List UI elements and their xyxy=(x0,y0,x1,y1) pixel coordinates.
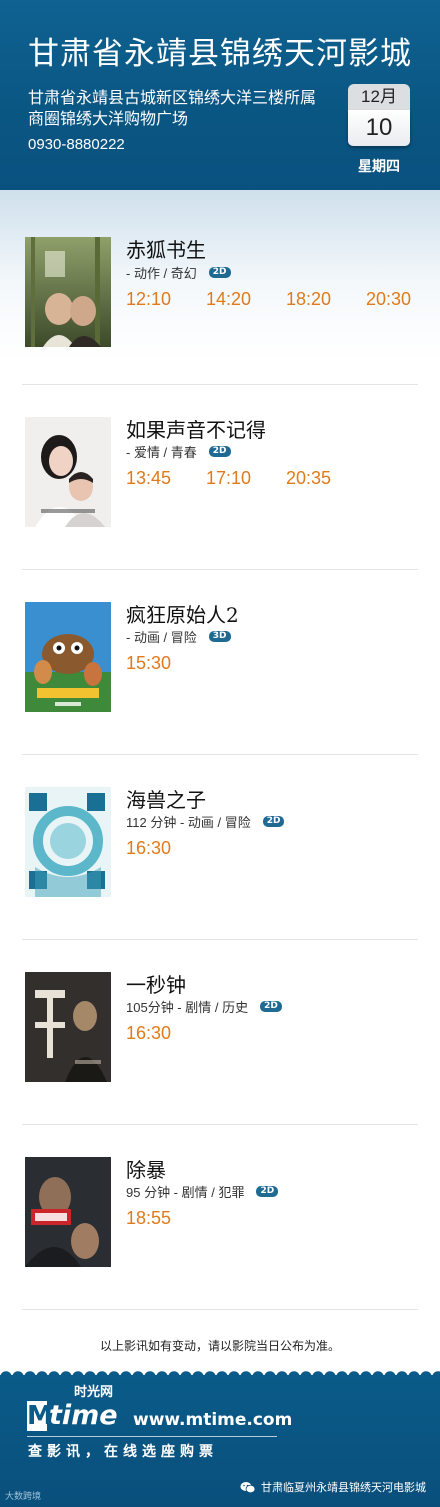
showtime[interactable]: 12:10 xyxy=(126,289,206,310)
showtime[interactable]: 18:20 xyxy=(286,289,366,310)
showtime[interactable]: 20:30 xyxy=(366,289,440,310)
movie-title[interactable]: 一秒钟 xyxy=(126,969,186,998)
address-line-1: 甘肃省永靖县古城新区锦绣大洋三楼所属 xyxy=(28,90,317,107)
cinema-name: 甘肃省永靖县锦绣天河影城 xyxy=(28,36,412,71)
mtime-logo-word: time xyxy=(49,1400,118,1431)
wechat-icon xyxy=(240,1481,256,1493)
movie-meta: - 爱情 / 青春 2D xyxy=(126,442,231,461)
format-badge: 2D xyxy=(208,446,231,457)
showtime[interactable]: 13:45 xyxy=(126,468,206,489)
showtimes: 16:30 xyxy=(126,1023,206,1044)
wechat-account-name: 甘肃临夏州永靖县锦绣天河电影城 xyxy=(261,1482,426,1494)
movie-meta: - 动作 / 奇幻 2D xyxy=(126,263,231,282)
list-end xyxy=(0,1309,440,1310)
movie-item[interactable]: 赤狐书生 - 动作 / 奇幻 2D 12:10 14:20 18:20 20:3… xyxy=(0,190,440,375)
showtimes: 15:30 xyxy=(126,653,206,674)
movie-poster[interactable] xyxy=(25,602,111,712)
movie-title[interactable]: 海兽之子 xyxy=(126,784,206,813)
mtime-logo-m: M xyxy=(27,1401,53,1431)
divider xyxy=(22,754,418,755)
wechat-account[interactable]: 甘肃临夏州永靖县锦绣天河电影城 xyxy=(240,1479,426,1495)
movie-genre: - 爱情 / 青春 xyxy=(126,445,197,460)
format-badge: 2D xyxy=(260,1001,282,1012)
showtime[interactable]: 17:10 xyxy=(206,468,286,489)
format-badge: 3D xyxy=(208,631,231,642)
mtime-logo[interactable]: M time xyxy=(27,1397,118,1431)
poster-image-chubao xyxy=(25,1157,111,1267)
movie-meta: 95 分钟 - 剧情 / 犯罪 2D xyxy=(126,1182,279,1201)
showtime[interactable]: 14:20 xyxy=(206,289,286,310)
poster-image-croods xyxy=(25,602,111,712)
format-badge: 2D xyxy=(262,816,285,827)
showtimes: 18:55 xyxy=(126,1208,206,1229)
movie-genre: - 动画 / 冒险 xyxy=(126,630,197,645)
movie-poster[interactable] xyxy=(25,237,111,347)
address-line-2: 商圈锦绣大洋购物广场 xyxy=(28,111,189,128)
showtime[interactable]: 20:35 xyxy=(286,468,366,489)
movie-title[interactable]: 疯狂原始人2 xyxy=(126,599,239,628)
showtimes: 12:10 14:20 18:20 20:30 xyxy=(126,289,440,310)
movie-item[interactable]: 如果声音不记得 - 爱情 / 青春 2D 13:45 17:10 20:35 xyxy=(0,384,440,569)
poster-image-yimiaozhong xyxy=(25,972,111,1082)
movie-title[interactable]: 赤狐书生 xyxy=(126,234,206,263)
format-badge: 2D xyxy=(256,1186,279,1197)
mtime-logo-cn: 时光网 xyxy=(74,1384,114,1399)
poster-image-chihu xyxy=(25,237,111,347)
movie-genre: - 动作 / 奇幻 xyxy=(126,266,197,281)
format-badge: 2D xyxy=(208,267,231,278)
calendar-day: 10 xyxy=(348,110,410,146)
movie-item[interactable]: 疯狂原始人2 - 动画 / 冒险 3D 15:30 xyxy=(0,569,440,754)
showtime[interactable]: 16:30 xyxy=(126,1023,206,1044)
movie-genre: 105分钟 - 剧情 / 历史 xyxy=(126,1000,249,1015)
schedule-notice: 以上影讯如有变动，请以影院当日公布为准。 xyxy=(99,1339,340,1353)
divider xyxy=(22,569,418,570)
movie-genre: 112 分钟 - 动画 / 冒险 xyxy=(126,815,251,830)
movie-poster[interactable] xyxy=(25,1157,111,1267)
movie-genre: 95 分钟 - 剧情 / 犯罪 xyxy=(126,1185,245,1200)
cinema-phone[interactable]: 0930-8880222 xyxy=(28,136,125,153)
cinema-address: 甘肃省永靖县古城新区锦绣大洋三楼所属 商圈锦绣大洋购物广场 xyxy=(28,88,358,130)
showtimes: 13:45 17:10 20:35 xyxy=(126,468,366,489)
movie-item[interactable]: 除暴 95 分钟 - 剧情 / 犯罪 2D 18:55 xyxy=(0,1124,440,1309)
movie-poster[interactable] xyxy=(25,972,111,1082)
watermark-text: 大数跨境 xyxy=(5,1491,42,1501)
calendar-icon: 12月 10 xyxy=(348,84,410,146)
movie-title[interactable]: 如果声音不记得 xyxy=(126,414,266,443)
movie-meta: 112 分钟 - 动画 / 冒险 2D xyxy=(126,812,285,831)
footer-slogan: 查影讯，在线选座购票 xyxy=(28,1443,218,1459)
weekday-label: 星期四 xyxy=(358,158,400,174)
divider xyxy=(22,384,418,385)
cinema-header: 甘肃省永靖县锦绣天河影城 甘肃省永靖县古城新区锦绣大洋三楼所属 商圈锦绣大洋购物… xyxy=(0,0,440,190)
mtime-url-link[interactable]: www.mtime.com xyxy=(133,1410,292,1430)
showtime[interactable]: 16:30 xyxy=(126,838,206,859)
divider xyxy=(22,1124,418,1125)
movie-title[interactable]: 除暴 xyxy=(126,1154,166,1183)
showtimes: 16:30 xyxy=(126,838,206,859)
movie-poster[interactable] xyxy=(25,417,111,527)
movie-item[interactable]: 一秒钟 105分钟 - 剧情 / 历史 2D 16:30 xyxy=(0,939,440,1124)
movie-meta: 105分钟 - 剧情 / 历史 2D xyxy=(126,997,282,1016)
showtime[interactable]: 18:55 xyxy=(126,1208,206,1229)
divider xyxy=(22,939,418,940)
footer-divider xyxy=(27,1436,277,1437)
poster-image-haishou xyxy=(25,787,111,897)
divider xyxy=(22,1309,418,1310)
poster-image-ruguo xyxy=(25,417,111,527)
footer-banner: M time 时光网 www.mtime.com 查影讯，在线选座购票 甘肃临夏… xyxy=(0,1375,440,1507)
showtime[interactable]: 15:30 xyxy=(126,653,206,674)
movie-item[interactable]: 海兽之子 112 分钟 - 动画 / 冒险 2D 16:30 xyxy=(0,754,440,939)
movie-poster[interactable] xyxy=(25,787,111,897)
movie-meta: - 动画 / 冒险 3D xyxy=(126,627,231,646)
calendar-month: 12月 xyxy=(348,84,410,110)
